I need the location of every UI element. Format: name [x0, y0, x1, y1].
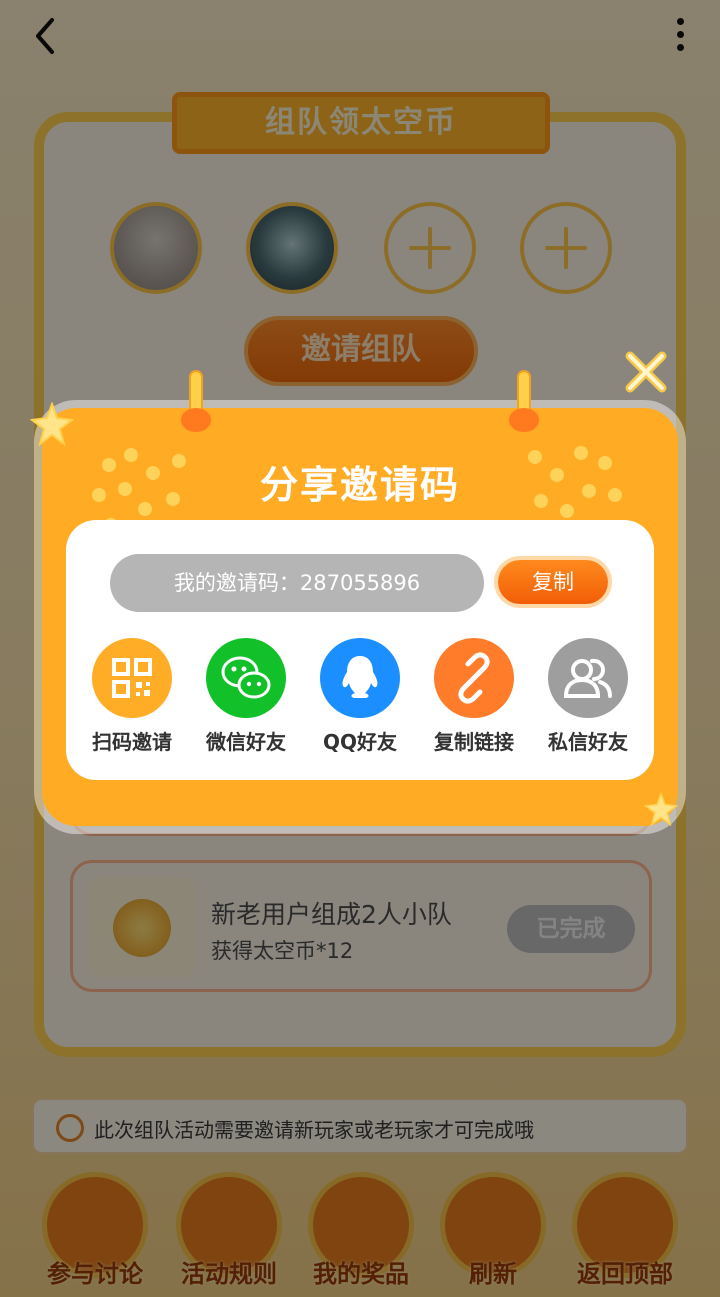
share-wechat[interactable]: 微信好友	[194, 638, 298, 758]
share-label: QQ好友	[322, 730, 397, 754]
copy-code-button[interactable]: 复制	[498, 560, 608, 604]
qq-icon	[320, 638, 400, 718]
pin-decoration	[181, 370, 211, 434]
wechat-icon	[206, 638, 286, 718]
sparkle-star-icon	[644, 792, 678, 826]
invite-code-display: 我的邀请码：287055896	[110, 554, 484, 612]
share-label: 扫码邀请	[92, 730, 172, 754]
share-qrcode[interactable]: 扫码邀请	[80, 638, 184, 758]
close-icon	[625, 351, 667, 393]
modal-title: 分享邀请码	[259, 463, 460, 507]
sparkle-star-icon	[30, 402, 74, 446]
pin-decoration	[509, 370, 539, 434]
share-private-message[interactable]: 私信好友	[536, 638, 640, 758]
share-copy-link[interactable]: 复制链接	[422, 638, 526, 758]
close-button[interactable]	[622, 348, 670, 396]
modal-content: 我的邀请码：287055896 复制 扫码邀请 微信好友 QQ好友 复制链接 私…	[66, 520, 654, 780]
share-qq[interactable]: QQ好友	[308, 638, 412, 758]
share-label: 私信好友	[548, 730, 628, 754]
share-label: 微信好友	[206, 730, 286, 754]
link-icon	[434, 638, 514, 718]
users-icon	[548, 638, 628, 718]
share-label: 复制链接	[434, 730, 514, 754]
qrcode-icon	[92, 638, 172, 718]
share-invite-modal: 分享邀请码 我的邀请码：287055896 复制 扫码邀请 微信好友 QQ好友 …	[42, 408, 678, 826]
